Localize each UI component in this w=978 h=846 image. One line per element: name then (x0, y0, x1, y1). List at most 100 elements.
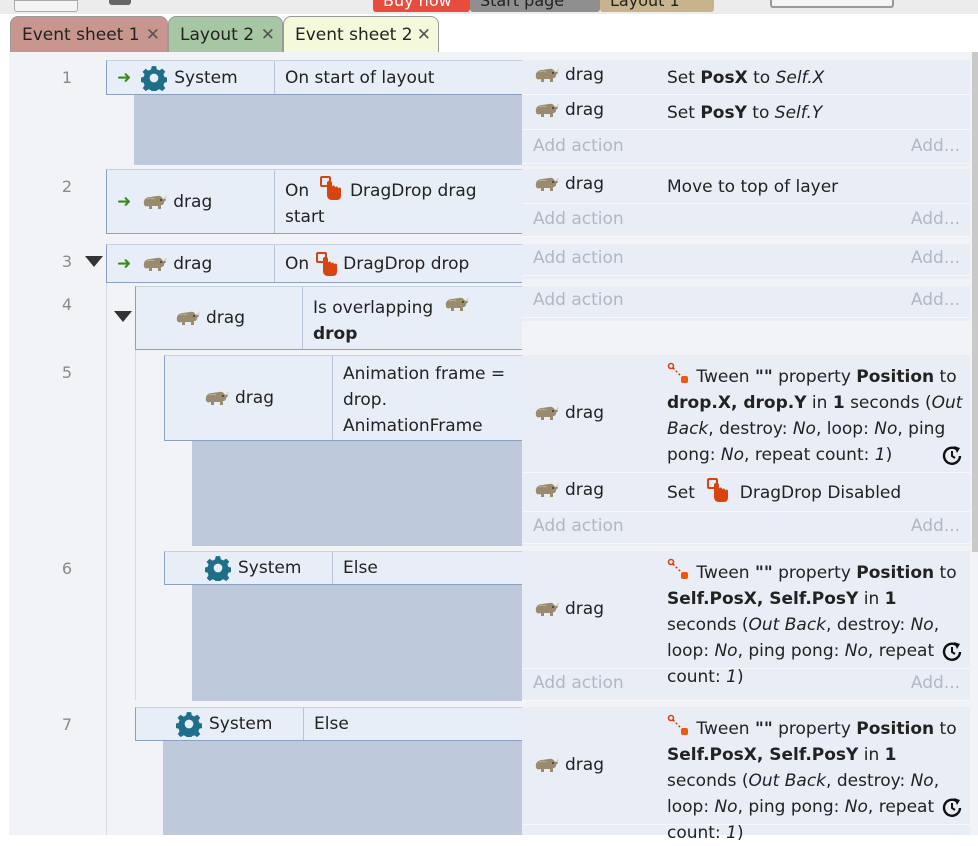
action-list: drag Set PosX to Self.X drag Set PosY to… (522, 60, 970, 166)
add-action-row[interactable]: Add action Add... (522, 136, 970, 164)
repeat-icon (940, 796, 964, 820)
event-number: 5 (61, 363, 73, 382)
action-text: Tween "" property Position to Self.PosX,… (667, 560, 966, 690)
add-action-row[interactable]: Add action Add... (522, 673, 970, 701)
tab-buy-now[interactable]: Buy now (373, 0, 470, 12)
add-action-link[interactable]: Add action (533, 516, 624, 536)
object-name: drag (206, 308, 245, 328)
event-number: 1 (61, 68, 73, 87)
close-icon[interactable]: ✕ (146, 17, 160, 53)
toolbar-icon[interactable] (109, 0, 131, 5)
event-block[interactable] (192, 441, 522, 546)
rhino-icon (443, 294, 471, 314)
condition-row[interactable]: ➜ drag On DragDrop drop (106, 244, 522, 283)
action-row[interactable]: drag Move to top of layer (522, 169, 970, 204)
action-row[interactable]: drag Set PosY to Self.Y (522, 95, 970, 130)
add-more-link[interactable]: Add... (911, 209, 960, 229)
condition-text: Else (314, 714, 349, 734)
tab-event-sheet-2[interactable]: Event sheet 2 ✕ (283, 16, 439, 53)
add-action-row[interactable]: Add action Add... (522, 516, 970, 544)
action-object: drag (533, 100, 604, 120)
tree-guide (106, 283, 107, 835)
condition-object: System (165, 552, 333, 584)
tree-guide (135, 350, 136, 700)
close-icon[interactable]: ✕ (261, 17, 275, 53)
action-row[interactable]: drag Set PosX to Self.X (522, 60, 970, 95)
add-action-row[interactable]: Add action Add... (522, 290, 970, 318)
event-number: 4 (61, 295, 73, 314)
add-action-link[interactable]: Add action (533, 248, 624, 268)
tab-start-page[interactable]: Start page (470, 0, 600, 12)
tab-label: Layout 1 (610, 0, 680, 10)
action-object: drag (533, 480, 604, 500)
action-list: drag Move to top of layer Add action Add… (522, 169, 970, 237)
action-text: Set PosY to Self.Y (667, 103, 823, 123)
event-number: 6 (61, 559, 73, 578)
object-name: drag (565, 65, 604, 85)
add-more-link[interactable]: Add... (911, 290, 960, 310)
tab-label: Event sheet 2 (295, 25, 413, 45)
event-number: 7 (61, 715, 73, 734)
action-object: drag (533, 65, 604, 85)
condition-row[interactable]: ➜ System On start of layout (106, 60, 522, 95)
event-block[interactable] (134, 95, 522, 165)
tab-bar: Event sheet 1 ✕ Layout 2 ✕ Event sheet 2… (0, 14, 978, 53)
add-action-link[interactable]: Add action (533, 673, 624, 693)
condition-row[interactable]: System Else (135, 707, 522, 741)
add-action-row[interactable]: Add action Add... (522, 209, 970, 237)
condition-object: ➜ drag (107, 170, 275, 233)
object-name: drag (173, 253, 213, 274)
tab-label: Start page (480, 0, 565, 10)
toolbar-button[interactable] (14, 0, 78, 12)
event-block[interactable] (192, 585, 522, 701)
add-action-link[interactable]: Add action (533, 136, 624, 156)
add-action-link[interactable]: Add action (533, 209, 624, 229)
action-list: drag Tween "" property Position to drop.… (522, 355, 970, 546)
gear-icon (205, 555, 231, 581)
rhino-icon (533, 174, 561, 194)
condition-text: Is overlapping drop (303, 287, 522, 349)
tab-layout-2[interactable]: Layout 2 ✕ (168, 16, 283, 52)
action-object: drag (533, 599, 604, 619)
trigger-arrow-icon: ➜ (117, 191, 132, 212)
tab-event-sheet-1[interactable]: Event sheet 1 ✕ (10, 16, 168, 52)
condition-text: Animation frame = drop. AnimationFrame (343, 364, 506, 436)
object-name: drag (173, 191, 213, 212)
action-row[interactable]: drag Tween "" property Position to Self.… (522, 707, 970, 843)
collapse-triangle-icon[interactable] (85, 256, 103, 267)
add-more-link[interactable]: Add... (911, 673, 960, 693)
condition-row[interactable]: System Else (164, 551, 522, 585)
condition-text: On start of layout (285, 67, 435, 88)
rhino-icon (533, 755, 561, 775)
action-row[interactable]: drag Tween "" property Position to drop.… (522, 355, 970, 473)
add-action-link[interactable]: Add action (533, 290, 624, 310)
search-box[interactable] (770, 0, 894, 8)
condition-text: On DragDrop drag start (275, 170, 522, 233)
object-name: drag (565, 599, 604, 619)
action-list: drag Tween "" property Position to Self.… (522, 551, 970, 701)
add-more-link[interactable]: Add... (911, 248, 960, 268)
rhino-icon (533, 480, 561, 500)
rhino-icon (141, 192, 169, 212)
rhino-icon (203, 388, 231, 408)
condition-text: Else (343, 558, 378, 578)
condition-object: drag (136, 287, 303, 349)
add-action-row[interactable]: Add action Add... (522, 248, 970, 276)
collapse-triangle-icon[interactable] (114, 311, 132, 322)
action-list: Add action Add... (522, 244, 970, 279)
action-row[interactable]: drag Set DragDrop Disabled (522, 477, 970, 512)
repeat-icon (940, 444, 964, 468)
condition-row[interactable]: drag Is overlapping drop (135, 286, 522, 350)
action-row[interactable]: drag Tween "" property Position to Self.… (522, 551, 970, 687)
object-name: drag (565, 100, 604, 120)
scrollbar[interactable] (972, 52, 978, 552)
close-icon[interactable]: ✕ (417, 17, 431, 53)
event-block[interactable] (163, 741, 522, 835)
condition-row[interactable]: drag Animation frame = drop. AnimationFr… (164, 355, 522, 441)
condition-row[interactable]: ➜ drag On DragDrop drag start (106, 169, 522, 234)
add-more-link[interactable]: Add... (911, 516, 960, 536)
add-more-link[interactable]: Add... (911, 136, 960, 156)
tween-icon (667, 362, 691, 386)
tab-label: Layout 2 (180, 25, 255, 45)
tab-layout-1[interactable]: Layout 1 (600, 0, 714, 12)
